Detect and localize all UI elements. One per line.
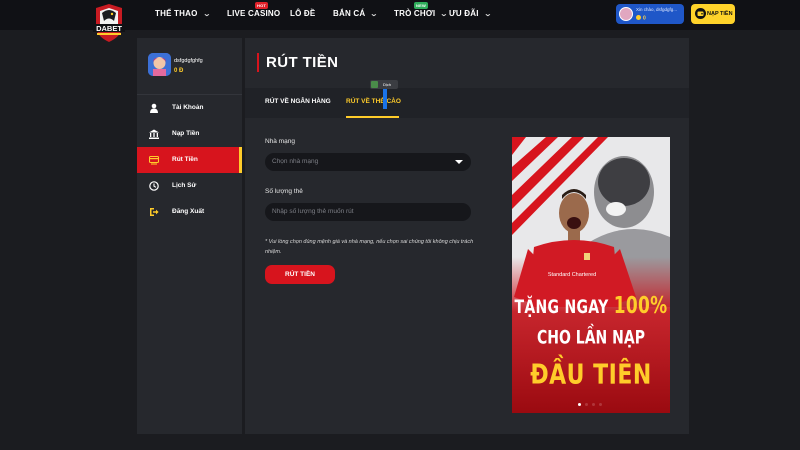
deposit-button[interactable]: NẠP TIỀN (691, 4, 735, 24)
avatar (619, 7, 633, 21)
sidebar-item-label: Nạp Tiền (172, 130, 200, 137)
nav-uu-dai[interactable]: ƯU ĐÃI ⌄ (449, 9, 492, 18)
sidebar-item-label: Đăng Xuất (172, 208, 205, 215)
user-icon (150, 103, 158, 113)
quantity-placeholder: Nhập số lượng thẻ muốn rút (272, 208, 354, 215)
sidebar-item-label: Tài Khoản (172, 104, 204, 111)
network-label: Nhà mạng (265, 138, 295, 145)
hot-badge: HOT (255, 2, 269, 9)
chevron-down-icon: ⌄ (202, 11, 211, 18)
user-greeting: Xin chào, dsfgdgfg... (636, 7, 678, 12)
carousel-dot[interactable] (585, 403, 588, 406)
sidebar-item-label: Rút Tiền (172, 156, 198, 163)
tab-bank-withdraw[interactable]: RÚT VỀ NGÂN HÀNG (265, 98, 331, 105)
profile-username: dsfgdgfghfg (174, 58, 203, 64)
logo-text: DABET (96, 24, 122, 33)
withdraw-form-panel: Nhà mạng Chọn nhà mạng Số lượng thẻ Nhập… (245, 118, 689, 434)
page-header: RÚT TIỀN (245, 38, 689, 88)
translate-label: Dịch (383, 82, 392, 87)
deposit-label: NẠP TIỀN (707, 11, 733, 17)
promo-banner[interactable]: Standard Chartered TẶNG NGAY 100% CHO LẦ… (512, 137, 670, 413)
carousel-dots (578, 403, 608, 407)
carousel-dot[interactable] (578, 403, 581, 406)
profile-avatar (148, 53, 171, 76)
withdraw-icon (149, 155, 159, 165)
translate-icon (371, 81, 378, 88)
caret-down-icon (455, 160, 463, 164)
new-badge: NEW (414, 2, 428, 9)
chevron-down-icon: ⌄ (370, 11, 379, 18)
disclaimer-note: * Vui lòng chọn đúng mệnh giá và nhà mạn… (265, 239, 474, 255)
nav-label: TRÒ CHƠI (394, 9, 436, 18)
promo-headline: TẶNG NGAY 100% (514, 292, 668, 320)
carousel-dot[interactable] (592, 403, 595, 406)
page-title: RÚT TIỀN (266, 54, 339, 71)
promo-subline: CHO LẦN NẠP (537, 327, 645, 349)
withdraw-tabs: RÚT VỀ NGÂN HÀNG RÚT VỀ THẺ CÀO (245, 88, 689, 118)
wallet-icon (695, 8, 706, 19)
nav-label: LÔ ĐỀ (290, 9, 316, 18)
sidebar-item-account[interactable]: Tài Khoản (137, 95, 242, 121)
nav-ban-ca[interactable]: BẮN CÁ ⌄ (333, 9, 379, 18)
nav-label: BẮN CÁ (333, 9, 366, 18)
sidebar-item-withdraw[interactable]: Rút Tiền (137, 147, 242, 173)
tab-card-withdraw[interactable]: RÚT VỀ THẺ CÀO (346, 98, 401, 105)
network-placeholder: Chọn nhà mạng (272, 158, 319, 165)
nav-label: THỂ THAO (155, 9, 198, 18)
header-balance: 0 (636, 15, 646, 22)
nav-live-casino[interactable]: LIVE CASINO HOT (227, 2, 281, 18)
coin-icon (636, 15, 641, 20)
chevron-down-icon: ⌄ (483, 11, 492, 18)
dabet-logo[interactable]: DABET (88, 2, 130, 44)
top-navbar: DABET THỂ THAO ⌄ LIVE CASINO HOT LÔ ĐỀ BẮ… (0, 0, 800, 42)
sidebar-item-history[interactable]: Lịch Sử (137, 173, 242, 199)
profile-balance: 0 Đ (174, 68, 184, 74)
user-account-chip[interactable]: Xin chào, dsfgdgfg... 0 (616, 4, 684, 24)
chevron-down-icon: ⌄ (440, 11, 449, 18)
nav-tro-choi[interactable]: TRÒ CHƠI ⌄ NEW (394, 2, 449, 18)
shirt-sponsor-text: Standard Chartered (548, 272, 596, 278)
quantity-input[interactable]: Nhập số lượng thẻ muốn rút (265, 203, 471, 221)
nav-lo-de[interactable]: LÔ ĐỀ (290, 9, 315, 18)
quantity-label: Số lượng thẻ (265, 188, 303, 195)
title-accent-bar (257, 53, 259, 72)
bank-icon (149, 129, 159, 139)
translate-popup[interactable]: Dịch (370, 80, 398, 109)
sidebar-item-deposit[interactable]: Nạp Tiền (137, 121, 242, 147)
sidebar-item-logout[interactable]: Đăng Xuất (137, 199, 242, 225)
sidebar-item-label: Lịch Sử (172, 182, 197, 189)
withdraw-submit-button[interactable]: RÚT TIỀN (265, 265, 335, 284)
promo-highlight: ĐẦU TIÊN (530, 359, 652, 392)
nav-label: ƯU ĐÃI (449, 9, 479, 18)
nav-label: LIVE CASINO (227, 9, 281, 18)
history-icon (149, 181, 159, 191)
carousel-dot[interactable] (599, 403, 602, 406)
logout-icon (150, 208, 159, 216)
text-selection-marker (383, 89, 387, 109)
nav-the-thao[interactable]: THỂ THAO ⌄ (155, 9, 211, 18)
network-select[interactable]: Chọn nhà mạng (265, 153, 471, 171)
account-sidebar: dsfgdgfghfg 0 Đ Tài Khoản Nạp Tiền Rút T… (137, 38, 242, 434)
